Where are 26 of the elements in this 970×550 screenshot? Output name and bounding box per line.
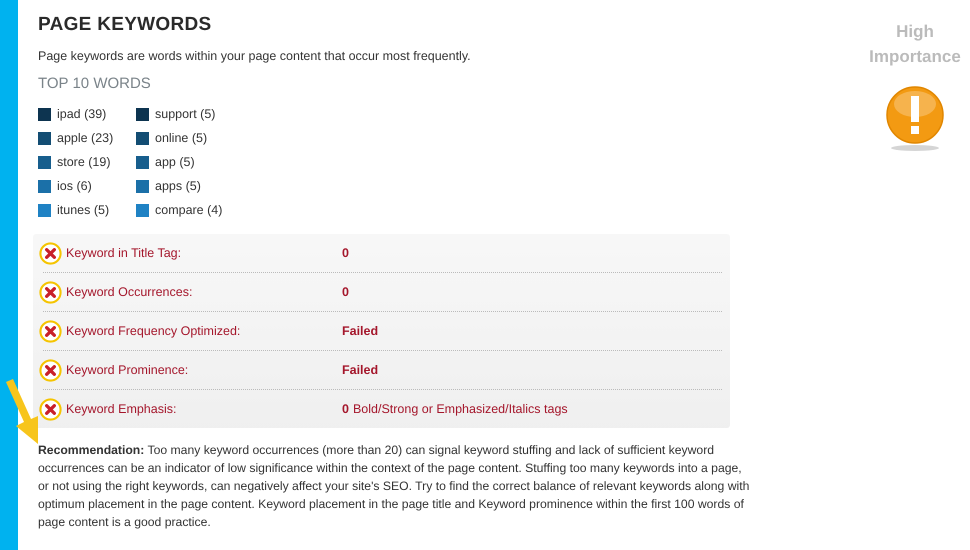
description-text: Page keywords are words within your page content that occur most frequently. bbox=[38, 49, 472, 63]
keyword-label: app (5) bbox=[155, 155, 195, 169]
check-value: Failed bbox=[342, 363, 378, 377]
check-label: Keyword Prominence: bbox=[66, 363, 190, 377]
check-label: Keyword in Title Tag: bbox=[66, 246, 182, 260]
keyword-label: compare (4) bbox=[155, 203, 222, 217]
keyword-label: store (19) bbox=[57, 155, 110, 169]
check-value: Failed bbox=[342, 324, 378, 338]
check-label: Keyword Frequency Optimized: bbox=[66, 324, 242, 338]
keyword-label: apps (5) bbox=[155, 179, 201, 193]
check-value: 0 bbox=[342, 402, 349, 416]
check-label: Keyword Occurrences: bbox=[66, 285, 194, 299]
keyword-label: support (5) bbox=[155, 107, 216, 121]
section-title: PAGE KEYWORDS bbox=[38, 14, 213, 36]
subsection-heading: TOP 10 WORDS bbox=[38, 75, 152, 92]
keyword-label: online (5) bbox=[155, 131, 208, 145]
keyword-label: ios (6) bbox=[57, 179, 92, 193]
keyword-label: apple (23) bbox=[57, 131, 114, 145]
recommendation-text: Recommendation: Too many keyword occurrences (more than 20) can signal keyword stuffing and lack of sufficient keyword occurrences can be an indicator of low significance within the context of the page content. Stuffing too many keywords into a page, or not using the right keywords, can negatively affect your site's SEO. Try to find the correct balance of relevant keywords along with optimum placement in the page content. Keyword placement in the page title and Keyword prominence within the first 100 words of page content is a good practice. bbox=[38, 442, 750, 531]
check-note: Bold/Strong or Emphasized/Italics tags bbox=[352, 402, 568, 416]
check-label: Keyword Emphasis: bbox=[66, 402, 178, 416]
check-value: 0 bbox=[342, 285, 349, 299]
importance-label: High Importance bbox=[868, 21, 962, 68]
keyword-label: itunes (5) bbox=[57, 203, 110, 217]
check-value: 0 bbox=[342, 246, 349, 260]
keyword-label: ipad (39) bbox=[57, 107, 106, 121]
